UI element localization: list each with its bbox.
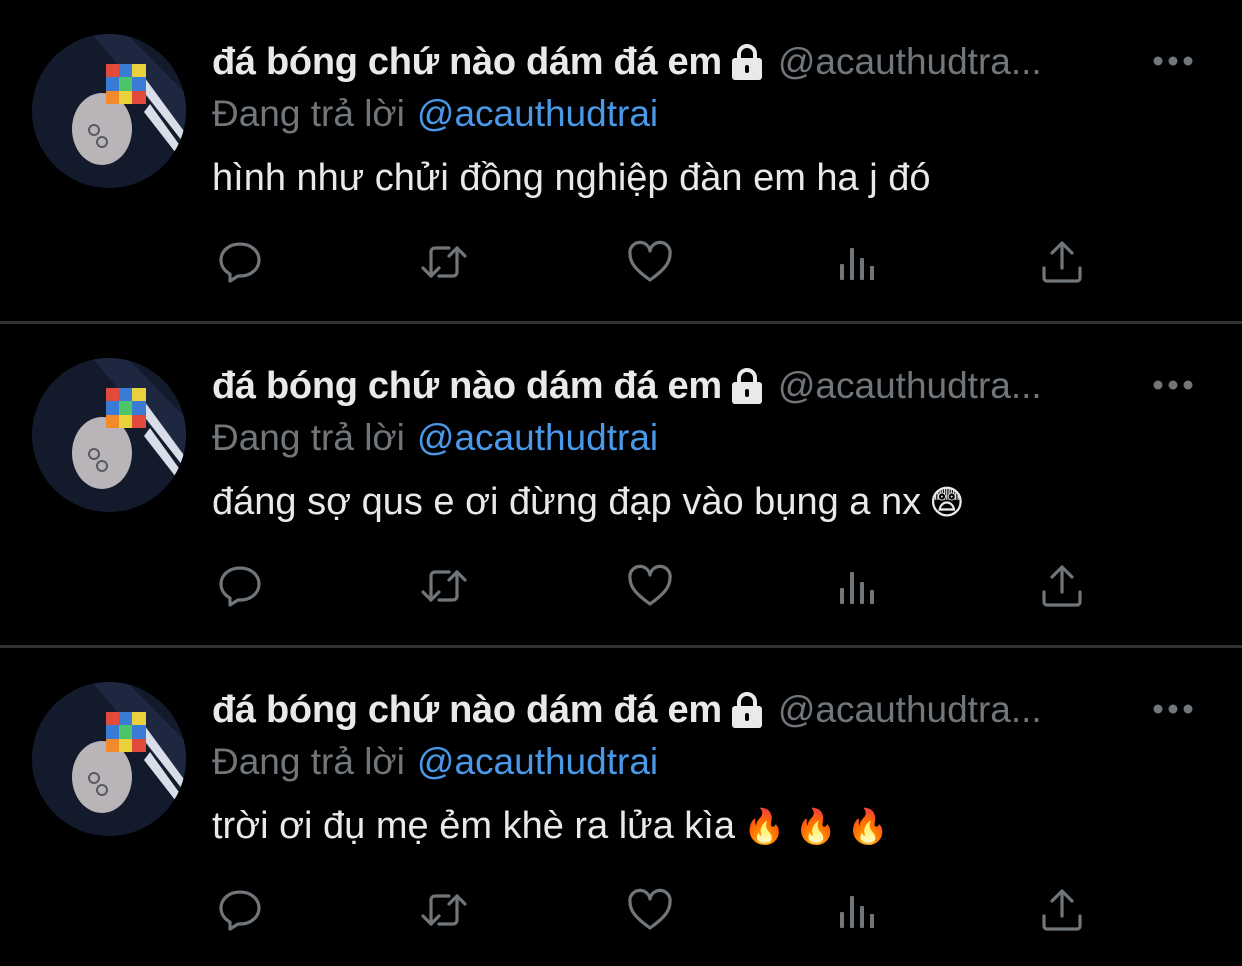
tweet-actions xyxy=(212,234,1092,294)
tweet-feed: đá bóng chứ nào dám đá em @acauthudtra..… xyxy=(0,0,1242,966)
retweet-button[interactable] xyxy=(416,882,472,938)
tweet-text-body: trời ơi đụ mẹ ẻm khè ra lửa kìa xyxy=(212,805,736,847)
user-handle[interactable]: @acauthudtra... xyxy=(778,41,1042,83)
share-button[interactable] xyxy=(1034,234,1090,290)
more-options-icon[interactable] xyxy=(1152,370,1194,400)
reply-button[interactable] xyxy=(212,234,268,290)
display-name[interactable]: đá bóng chứ nào dám đá em xyxy=(212,689,722,732)
replying-to: Đang trả lời @acauthudtrai xyxy=(212,88,1222,140)
retweet-icon xyxy=(421,246,467,278)
share-button[interactable] xyxy=(1034,882,1090,938)
avatar[interactable] xyxy=(32,34,186,188)
avatar-image xyxy=(32,682,186,836)
more-options-icon[interactable] xyxy=(1152,46,1194,76)
views-button[interactable] xyxy=(828,558,884,614)
tweet-content: đá bóng chứ nào dám đá em @acauthudtra..… xyxy=(212,36,1222,203)
tweet-text: hình như chửi đồng nghiệp đàn em ha j đó xyxy=(212,154,1222,203)
avatar-image xyxy=(32,358,186,512)
replying-to: Đang trả lời @acauthudtrai xyxy=(212,412,1222,464)
tweet-text: trời ơi đụ mẹ ẻm khè ra lửa kìa 🔥 🔥 🔥 xyxy=(212,802,1222,851)
replying-to-mention[interactable]: @acauthudtrai xyxy=(417,93,658,135)
share-icon xyxy=(1042,889,1082,931)
retweet-button[interactable] xyxy=(416,558,472,614)
lock-icon xyxy=(728,42,766,82)
reply-button[interactable] xyxy=(212,558,268,614)
user-handle[interactable]: @acauthudtra... xyxy=(778,689,1042,731)
tweet-text-body: đáng sợ qus e ơi đừng đạp vào bụng a nx xyxy=(212,481,922,523)
reply-button[interactable] xyxy=(212,882,268,938)
more-options-icon[interactable] xyxy=(1152,694,1194,724)
like-button[interactable] xyxy=(622,234,678,290)
display-name[interactable]: đá bóng chứ nào dám đá em xyxy=(212,365,722,408)
replying-to-label: Đang trả lời xyxy=(212,93,405,134)
reply-icon xyxy=(219,242,261,283)
tweet-text: đáng sợ qus e ơi đừng đạp vào bụng a nx 😨 xyxy=(212,478,1222,527)
like-icon xyxy=(628,240,672,282)
reply-icon xyxy=(219,566,261,607)
reply-icon xyxy=(219,890,261,931)
tweet[interactable]: đá bóng chứ nào dám đá em @acauthudtra..… xyxy=(0,324,1242,648)
retweet-icon xyxy=(421,894,467,926)
like-button[interactable] xyxy=(622,558,678,614)
tweet-header: đá bóng chứ nào dám đá em @acauthudtra..… xyxy=(212,360,1222,412)
avatar-image xyxy=(32,34,186,188)
views-icon xyxy=(840,572,874,604)
replying-to-label: Đang trả lời xyxy=(212,417,405,458)
lock-icon xyxy=(728,366,766,406)
tweet-content: đá bóng chứ nào dám đá em @acauthudtra..… xyxy=(212,360,1222,527)
tweet-emoji: 🔥 🔥 🔥 xyxy=(743,808,889,846)
views-icon xyxy=(840,248,874,280)
views-icon xyxy=(840,896,874,928)
lock-icon xyxy=(728,690,766,730)
user-handle[interactable]: @acauthudtra... xyxy=(778,365,1042,407)
share-icon xyxy=(1042,565,1082,607)
avatar[interactable] xyxy=(32,358,186,512)
avatar[interactable] xyxy=(32,682,186,836)
retweet-icon xyxy=(421,570,467,602)
replying-to-label: Đang trả lời xyxy=(212,741,405,782)
tweet-header: đá bóng chứ nào dám đá em @acauthudtra..… xyxy=(212,684,1222,736)
display-name[interactable]: đá bóng chứ nào dám đá em xyxy=(212,41,722,84)
tweet[interactable]: đá bóng chứ nào dám đá em @acauthudtra..… xyxy=(0,648,1242,966)
replying-to-mention[interactable]: @acauthudtrai xyxy=(417,417,658,459)
views-button[interactable] xyxy=(828,882,884,938)
share-icon xyxy=(1042,241,1082,283)
retweet-button[interactable] xyxy=(416,234,472,290)
like-icon xyxy=(628,564,672,606)
views-button[interactable] xyxy=(828,234,884,290)
tweet[interactable]: đá bóng chứ nào dám đá em @acauthudtra..… xyxy=(0,0,1242,324)
tweet-emoji: 😨 xyxy=(929,484,965,522)
tweet-actions xyxy=(212,558,1092,618)
replying-to: Đang trả lời @acauthudtrai xyxy=(212,736,1222,788)
tweet-header: đá bóng chứ nào dám đá em @acauthudtra..… xyxy=(212,36,1222,88)
like-icon xyxy=(628,888,672,930)
like-button[interactable] xyxy=(622,882,678,938)
tweet-actions xyxy=(212,882,1092,942)
tweet-content: đá bóng chứ nào dám đá em @acauthudtra..… xyxy=(212,684,1222,851)
replying-to-mention[interactable]: @acauthudtrai xyxy=(417,741,658,783)
tweet-text-body: hình như chửi đồng nghiệp đàn em ha j đó xyxy=(212,157,931,199)
share-button[interactable] xyxy=(1034,558,1090,614)
